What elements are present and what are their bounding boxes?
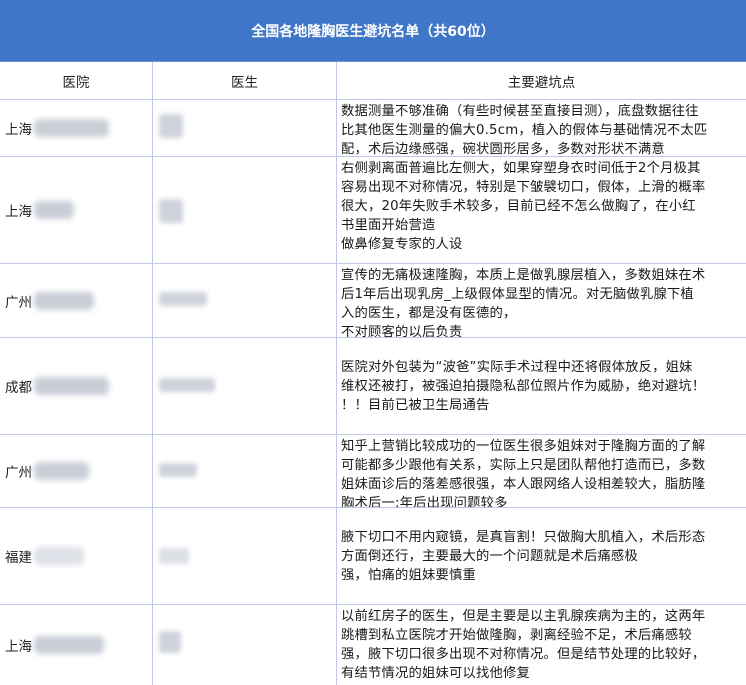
issue-line: 知乎上营销比较成功的一位医生很多姐妹对于隆胸方面的了解 xyxy=(341,439,706,454)
issue-line: 做鼻修复专家的人设 xyxy=(341,237,463,252)
redacted-doctor xyxy=(159,292,207,306)
redacted-doctor xyxy=(159,114,183,138)
table-row-doctor xyxy=(153,508,337,605)
hospital-city: 上海 xyxy=(5,122,32,138)
issue-line: 跳槽到私立医院才开始做隆胸，剥离经验不足，术后痛感较 xyxy=(341,628,692,643)
hospital-city: 上海 xyxy=(5,204,32,220)
table-row-issue: 数据测量不够准确（有些时候甚至直接目测），底盘数据往往 比其他医生测量的偏大0.… xyxy=(337,100,746,157)
issue-line: 有结节情况的姐妹可以找他修复 xyxy=(341,666,530,681)
issue-line: 右侧剥离面普遍比左侧大，如果穿塑身衣时间低于2个月极其 xyxy=(341,161,701,176)
issue-line: 书里面开始营造 xyxy=(341,218,436,233)
issue-line: 后1年后出现乳房_上级假体显型的情况。对无脑做乳腺下植 xyxy=(341,287,694,302)
hospital-city: 上海 xyxy=(5,639,32,655)
table-title: 全国各地隆胸医生避坑名单（共60位） xyxy=(0,0,746,62)
issue-line: 腋下切口不用内窥镜，是真盲割！只做胸大肌植入，术后形态 xyxy=(341,529,706,545)
header-doctor: 医生 xyxy=(153,62,337,100)
issue-line: 可能都多少跟他有关系，实际上只是团队帮他打造而已，多数 xyxy=(341,458,706,473)
table-row-doctor xyxy=(153,338,337,435)
redacted-hospital xyxy=(34,291,94,310)
issue-line: 强，腋下切口很多出现不对称情况。但是结节处理的比较好， xyxy=(341,647,706,662)
header-hospital: 医院 xyxy=(0,62,153,100)
table-row-doctor xyxy=(153,100,337,157)
redacted-doctor xyxy=(159,548,189,564)
redacted-hospital xyxy=(34,547,84,565)
issue-line: 数据测量不够准确（有些时候甚至直接目测），底盘数据往往 xyxy=(341,104,699,119)
issue-line: 容易出现不对称情况，特别是下皱襞切口，假体，上滑的概率 xyxy=(341,180,706,195)
table-row-hospital: 上海 xyxy=(0,157,153,264)
table-row-doctor xyxy=(153,605,337,685)
issue-line: 方面倒还行，主要最大的一个问题就是术后痛感极 xyxy=(341,548,638,564)
redacted-hospital xyxy=(34,462,89,480)
table-row-hospital: 上海 xyxy=(0,100,153,157)
spreadsheet: 全国各地隆胸医生避坑名单（共60位） 医院 医生 主要避坑点 上海 数据测量不够… xyxy=(0,0,746,685)
redacted-hospital xyxy=(34,377,109,395)
table-row-hospital: 上海 xyxy=(0,605,153,685)
table-row-hospital: 成都 xyxy=(0,338,153,435)
header-row: 医院 医生 主要避坑点 xyxy=(0,62,746,100)
redacted-doctor xyxy=(159,378,215,392)
table-row-issue: 以前红房子的医生，但是主要是以主乳腺疾病为主的，这两年 跳槽到私立医院才开始做隆… xyxy=(337,605,746,685)
issue-line: 比其他医生测量的偏大0.5cm，植入的假体与基础情况不太匹 xyxy=(341,123,708,138)
table-row-doctor xyxy=(153,435,337,508)
table-row-hospital: 广州 xyxy=(0,264,153,338)
redacted-hospital xyxy=(34,201,74,219)
table-row-issue: 腋下切口不用内窥镜，是真盲割！只做胸大肌植入，术后形态 方面倒还行，主要最大的一… xyxy=(337,508,746,605)
hospital-city: 广州 xyxy=(5,294,32,311)
redacted-doctor xyxy=(159,199,183,223)
table-row-doctor xyxy=(153,157,337,264)
issue-line: 配，术后边缘感强，碗状圆形居多，多数对形状不满意 xyxy=(341,142,665,157)
redacted-doctor xyxy=(159,463,197,477)
hospital-city: 福建 xyxy=(5,550,32,566)
issue-line: 医院对外包装为“波爸”实际手术过程中还将假体放反，姐妹 xyxy=(341,359,693,375)
redacted-hospital xyxy=(34,636,104,654)
table-row-issue: 知乎上营销比较成功的一位医生很多姐妹对于隆胸方面的了解 可能都多少跟他有关系，实… xyxy=(337,435,746,508)
issue-line: 宣传的无痛极速隆胸，本质上是做乳腺层植入，多数姐妹在术 xyxy=(341,268,706,283)
header-issues: 主要避坑点 xyxy=(337,62,746,100)
issue-line: 维权还被打，被强迫拍摄隐私部位照片作为威胁，绝对避坑！ xyxy=(341,378,706,394)
table-row-issue: 右侧剥离面普遍比左侧大，如果穿塑身衣时间低于2个月极其 容易出现不对称情况，特别… xyxy=(337,157,746,264)
table-row-issue: 医院对外包装为“波爸”实际手术过程中还将假体放反，姐妹 维权还被打，被强迫拍摄隐… xyxy=(337,338,746,435)
table-row-hospital: 福建 xyxy=(0,508,153,605)
issue-line: 很大，20年失败手术较多，目前已经不怎么做胸了，在小红 xyxy=(341,199,696,214)
issue-line: ！！目前已被卫生局通告 xyxy=(341,397,490,413)
redacted-hospital xyxy=(34,119,109,137)
hospital-city: 广州 xyxy=(5,465,32,481)
table-row-issue: 宣传的无痛极速隆胸，本质上是做乳腺层植入，多数姐妹在术 后1年后出现乳房_上级假… xyxy=(337,264,746,338)
table-row-doctor xyxy=(153,264,337,338)
redacted-doctor xyxy=(159,631,181,653)
issue-line: 胸术后一:年后出现问题较多 xyxy=(341,496,508,508)
hospital-city: 成都 xyxy=(5,380,32,396)
issue-line: 以前红房子的医生，但是主要是以主乳腺疾病为主的，这两年 xyxy=(341,609,706,624)
issue-line: 姐妹面诊后的落差感很强，本人跟网络人设相差较大，脂肪隆 xyxy=(341,477,706,492)
table-row-hospital: 广州 xyxy=(0,435,153,508)
issue-line: 强，怕痛的姐妹要慎重 xyxy=(341,567,476,583)
issue-line: 入的医生，都是没有医德的， xyxy=(341,306,517,321)
issue-line: 不对顾客的以后负责 xyxy=(341,325,463,338)
